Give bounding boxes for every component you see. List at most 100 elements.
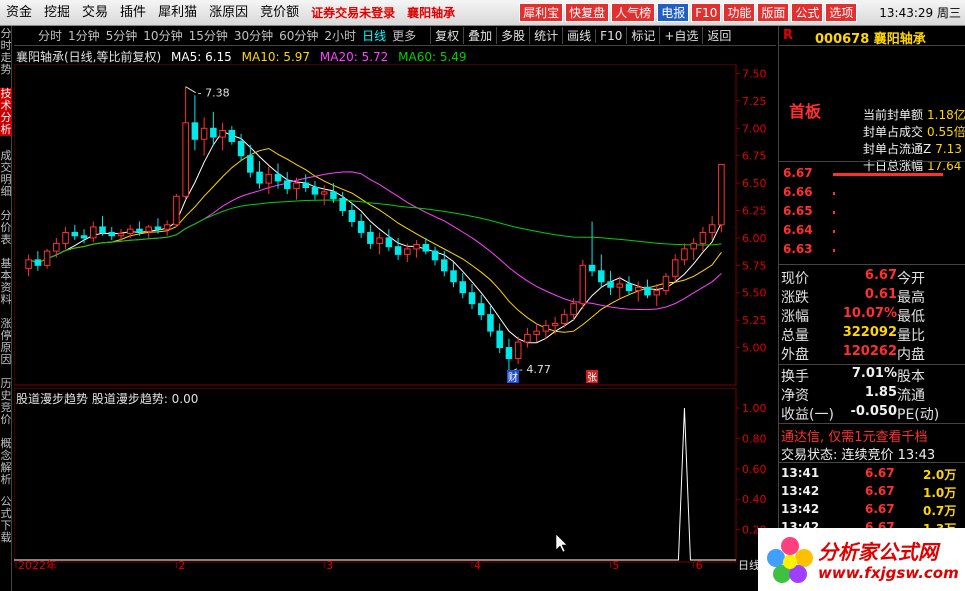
quick-button-0[interactable]: 犀利宝 xyxy=(519,3,564,22)
candle[interactable] xyxy=(210,111,217,145)
left-tab-6[interactable]: 历史竞价 xyxy=(0,378,12,426)
candlestick-chart[interactable]: 7.50 7.25 7.00 6.75 6.50 6.25 6.00 5.75 5.50 5.25… xyxy=(14,64,776,386)
toolbar-button-4[interactable]: 画线 xyxy=(562,27,595,44)
candle[interactable] xyxy=(357,213,365,238)
candle[interactable] xyxy=(53,237,60,258)
candle[interactable] xyxy=(108,226,116,241)
candle[interactable] xyxy=(126,224,134,238)
candle[interactable] xyxy=(182,86,189,200)
candle[interactable] xyxy=(542,320,550,339)
period-tab-9[interactable]: 更多 xyxy=(392,27,422,44)
candle[interactable] xyxy=(459,273,467,299)
toolbar-button-5[interactable]: F10 xyxy=(595,28,626,43)
candle[interactable] xyxy=(90,221,97,243)
period-tab-6[interactable]: 60分钟 xyxy=(279,27,324,44)
candle[interactable] xyxy=(173,194,180,227)
candle[interactable] xyxy=(450,262,457,288)
candle[interactable] xyxy=(25,254,32,277)
candle[interactable] xyxy=(191,95,199,151)
left-tab-0[interactable]: 分时走势 xyxy=(0,28,12,76)
left-tab-5[interactable]: 涨停原因 xyxy=(0,318,12,366)
candle[interactable] xyxy=(477,294,485,321)
candle[interactable] xyxy=(413,240,420,258)
period-tab-4[interactable]: 15分钟 xyxy=(189,27,234,44)
candle[interactable] xyxy=(625,276,633,295)
candle[interactable] xyxy=(718,163,725,233)
period-tab-8[interactable]: 日线 xyxy=(362,27,392,44)
left-tab-3[interactable]: 分价表 xyxy=(0,210,12,246)
toolbar-button-1[interactable]: 叠加 xyxy=(463,27,496,44)
quick-button-1[interactable]: 快复盘 xyxy=(565,3,610,22)
login-notice[interactable]: 证券交易未登录 xyxy=(305,0,401,26)
period-tab-2[interactable]: 5分钟 xyxy=(106,27,144,44)
candle[interactable] xyxy=(441,251,448,277)
quick-button-8[interactable]: 选项 xyxy=(825,3,858,22)
quick-button-4[interactable]: F10 xyxy=(691,3,722,22)
left-tab-1[interactable]: 技术分析 xyxy=(0,88,12,136)
candle[interactable] xyxy=(348,202,356,227)
candle[interactable] xyxy=(367,224,374,249)
candle[interactable] xyxy=(385,229,393,252)
toolbar-button-0[interactable]: 复权 xyxy=(430,27,463,44)
stock-code[interactable]: 000678 襄阳轴承 xyxy=(815,28,926,47)
candle[interactable] xyxy=(43,248,51,269)
menu-item-mining[interactable]: 挖掘 xyxy=(38,0,76,26)
candle[interactable] xyxy=(311,180,319,200)
candle[interactable] xyxy=(431,246,439,266)
candle[interactable] xyxy=(145,224,152,238)
candle[interactable] xyxy=(302,174,309,192)
left-tab-8[interactable]: 公式下载 xyxy=(0,496,12,544)
period-tab-0[interactable]: 分时 xyxy=(14,27,68,44)
period-tab-3[interactable]: 10分钟 xyxy=(143,27,188,44)
left-tab-7[interactable]: 概念解析 xyxy=(0,438,12,486)
candle[interactable] xyxy=(598,254,605,288)
menu-item-xilimao[interactable]: 犀利猫 xyxy=(152,0,203,26)
candle[interactable] xyxy=(514,336,522,364)
candle[interactable] xyxy=(579,259,587,310)
candle[interactable] xyxy=(71,224,79,241)
candle[interactable] xyxy=(163,220,171,236)
toolbar-button-8[interactable]: 返回 xyxy=(702,27,735,44)
toolbar-button-3[interactable]: 统计 xyxy=(529,27,562,44)
menu-item-auction[interactable]: 竞价额 xyxy=(254,0,305,26)
quick-button-5[interactable]: 功能 xyxy=(723,3,756,22)
candle[interactable] xyxy=(468,283,476,310)
candle[interactable] xyxy=(690,237,697,260)
candle[interactable] xyxy=(708,216,716,241)
candle[interactable] xyxy=(256,161,263,189)
candle[interactable] xyxy=(524,327,531,348)
candle[interactable] xyxy=(265,166,273,195)
candle[interactable] xyxy=(99,216,106,236)
period-tab-1[interactable]: 1分钟 xyxy=(68,27,106,44)
menu-item-trade[interactable]: 交易 xyxy=(76,0,114,26)
promo-text[interactable]: 通达信, 仅需1元查看千档 xyxy=(781,426,928,445)
quick-button-3[interactable]: 电报 xyxy=(657,3,690,22)
candle[interactable] xyxy=(283,172,291,195)
candle[interactable] xyxy=(699,226,707,252)
candle[interactable] xyxy=(505,338,513,373)
candle[interactable] xyxy=(376,232,383,255)
left-tab-2[interactable]: 成交明细 xyxy=(0,150,12,198)
period-tab-5[interactable]: 30分钟 xyxy=(234,27,279,44)
toolbar-button-6[interactable]: 标记 xyxy=(626,27,659,44)
candle[interactable] xyxy=(653,283,660,306)
candle[interactable] xyxy=(607,270,614,295)
candle[interactable] xyxy=(644,279,651,299)
candle[interactable] xyxy=(200,117,208,156)
menu-item-limit-reason[interactable]: 涨原因 xyxy=(203,0,254,26)
quick-button-6[interactable]: 版面 xyxy=(757,3,790,22)
indicator-chart[interactable]: 1.000.800.600.400.202022年 2 3 4 5 6 日线 xyxy=(14,388,776,570)
candle[interactable] xyxy=(533,323,540,343)
menu-item-plugins[interactable]: 插件 xyxy=(114,0,152,26)
period-tab-7[interactable]: 2小时 xyxy=(324,27,362,44)
candle[interactable] xyxy=(34,251,42,271)
toolbar-button-2[interactable]: 多股 xyxy=(496,27,529,44)
candle[interactable] xyxy=(496,323,503,354)
quick-button-2[interactable]: 人气榜 xyxy=(611,3,656,22)
toolbar-button-7[interactable]: +自选 xyxy=(659,27,702,44)
menu-item-funds[interactable]: 资金 xyxy=(0,0,38,26)
candle[interactable] xyxy=(487,305,494,337)
candle[interactable] xyxy=(681,243,688,266)
candle[interactable] xyxy=(219,122,226,151)
candle[interactable] xyxy=(616,276,624,299)
